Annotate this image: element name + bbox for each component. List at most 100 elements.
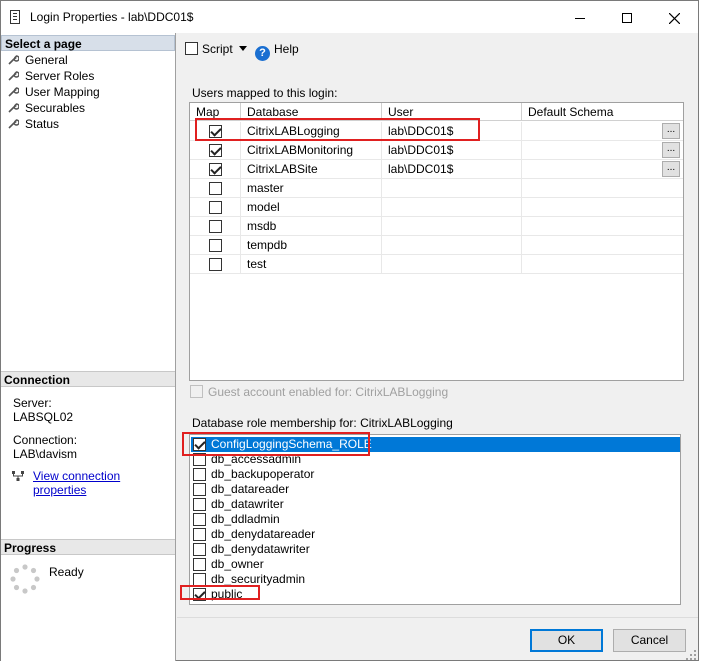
list-item-role[interactable]: db_ddladmin: [191, 512, 680, 527]
role-label: db_backupoperator: [211, 467, 315, 481]
window-title: Login Properties - lab\DDC01$: [30, 10, 194, 24]
role-checkbox[interactable]: [193, 558, 206, 571]
map-cell: [190, 198, 241, 217]
role-checkbox[interactable]: [193, 513, 206, 526]
select-page-header: Select a page: [1, 35, 175, 51]
guest-account-checkbox[interactable]: [190, 385, 203, 398]
user-cell[interactable]: [382, 217, 522, 236]
close-button[interactable]: [651, 1, 697, 33]
schema-cell[interactable]: [522, 179, 683, 198]
role-checkbox[interactable]: [193, 528, 206, 541]
role-membership-label: Database role membership for: CitrixLABL…: [192, 416, 453, 430]
connection-label: Connection:: [13, 433, 78, 447]
minimize-button[interactable]: [557, 1, 603, 33]
schema-browse-button[interactable]: ...: [662, 142, 680, 158]
database-cell: CitrixLABSite: [241, 160, 382, 179]
highlight-box-public-role: [180, 585, 260, 600]
table-row[interactable]: msdb: [190, 217, 683, 236]
left-pane: Select a page General Server Roles User …: [1, 33, 176, 661]
role-checkbox[interactable]: [193, 498, 206, 511]
wrench-icon: [8, 87, 19, 97]
map-checkbox[interactable]: [209, 163, 222, 176]
schema-cell[interactable]: [522, 255, 683, 274]
schema-cell[interactable]: [522, 160, 683, 179]
list-item-role[interactable]: db_denydatawriter: [191, 542, 680, 557]
role-label: db_denydatawriter: [211, 542, 310, 556]
map-checkbox[interactable]: [209, 258, 222, 271]
user-cell[interactable]: [382, 198, 522, 217]
schema-cell[interactable]: [522, 217, 683, 236]
column-header-default-schema[interactable]: Default Schema: [522, 103, 683, 121]
schema-cell[interactable]: [522, 198, 683, 217]
resize-grip-icon[interactable]: [685, 649, 697, 661]
nav-label: General: [25, 53, 68, 67]
chevron-down-icon: [238, 46, 247, 51]
connection-header: Connection: [1, 371, 175, 387]
list-item-role[interactable]: db_owner: [191, 557, 680, 572]
connection-value: LAB\davism: [13, 447, 78, 461]
nav-item-server-roles[interactable]: Server Roles: [7, 68, 94, 84]
list-item-role[interactable]: db_securityadmin: [191, 572, 680, 587]
progress-spinner-icon: [10, 564, 40, 594]
server-value: LABSQL02: [13, 410, 74, 424]
user-cell[interactable]: lab\DDC01$: [382, 141, 522, 160]
script-button[interactable]: Script: [185, 42, 247, 56]
schema-cell[interactable]: [522, 122, 683, 141]
nav-label: Server Roles: [25, 69, 95, 83]
table-row[interactable]: model: [190, 198, 683, 217]
cancel-button[interactable]: Cancel: [613, 629, 686, 652]
maximize-icon: [622, 13, 632, 24]
nav-item-securables[interactable]: Securables: [7, 100, 85, 116]
user-cell[interactable]: [382, 179, 522, 198]
schema-browse-button[interactable]: ...: [662, 123, 680, 139]
role-checkbox[interactable]: [193, 483, 206, 496]
nav-item-user-mapping[interactable]: User Mapping: [7, 84, 100, 100]
table-row[interactable]: master: [190, 179, 683, 198]
map-checkbox[interactable]: [209, 239, 222, 252]
user-cell[interactable]: lab\DDC01$: [382, 160, 522, 179]
map-checkbox[interactable]: [209, 201, 222, 214]
server-label: Server:: [13, 396, 52, 410]
user-cell[interactable]: [382, 255, 522, 274]
role-label: db_datawriter: [211, 497, 284, 511]
maximize-button[interactable]: [604, 1, 650, 33]
map-checkbox[interactable]: [209, 220, 222, 233]
view-connection-properties-link[interactable]: View connection properties: [33, 469, 175, 497]
map-cell: [190, 160, 241, 179]
list-item-role[interactable]: db_denydatareader: [191, 527, 680, 542]
map-checkbox[interactable]: [209, 144, 222, 157]
wrench-icon: [8, 55, 19, 65]
highlight-box-logging-row: [195, 118, 480, 141]
list-item-role[interactable]: db_datawriter: [191, 497, 680, 512]
table-row[interactable]: CitrixLABSite lab\DDC01$ ...: [190, 160, 683, 179]
role-checkbox[interactable]: [193, 543, 206, 556]
table-row[interactable]: CitrixLABMonitoring lab\DDC01$ ...: [190, 141, 683, 160]
list-item-role[interactable]: db_backupoperator: [191, 467, 680, 482]
nav-item-general[interactable]: General: [7, 52, 68, 68]
table-row[interactable]: tempdb: [190, 236, 683, 255]
wrench-icon: [8, 119, 19, 129]
ok-button[interactable]: OK: [530, 629, 603, 652]
login-properties-window: Login Properties - lab\DDC01$ Select a p…: [0, 0, 699, 661]
nav-item-status[interactable]: Status: [7, 116, 59, 132]
database-cell: master: [241, 179, 382, 198]
list-item-role[interactable]: public: [191, 587, 680, 602]
schema-browse-button[interactable]: ...: [662, 161, 680, 177]
database-cell: model: [241, 198, 382, 217]
nav-label: User Mapping: [25, 85, 100, 99]
schema-cell[interactable]: [522, 236, 683, 255]
user-cell[interactable]: [382, 236, 522, 255]
map-cell: [190, 236, 241, 255]
close-icon: [668, 12, 680, 25]
schema-cell[interactable]: [522, 141, 683, 160]
role-checkbox[interactable]: [193, 468, 206, 481]
map-cell: [190, 255, 241, 274]
table-row[interactable]: test: [190, 255, 683, 274]
map-cell: [190, 217, 241, 236]
help-button[interactable]: ? Help: [255, 42, 299, 61]
window-app-icon: [10, 10, 20, 24]
map-checkbox[interactable]: [209, 182, 222, 195]
database-cell: CitrixLABMonitoring: [241, 141, 382, 160]
list-item-role[interactable]: db_datareader: [191, 482, 680, 497]
minimize-icon: [575, 17, 585, 19]
